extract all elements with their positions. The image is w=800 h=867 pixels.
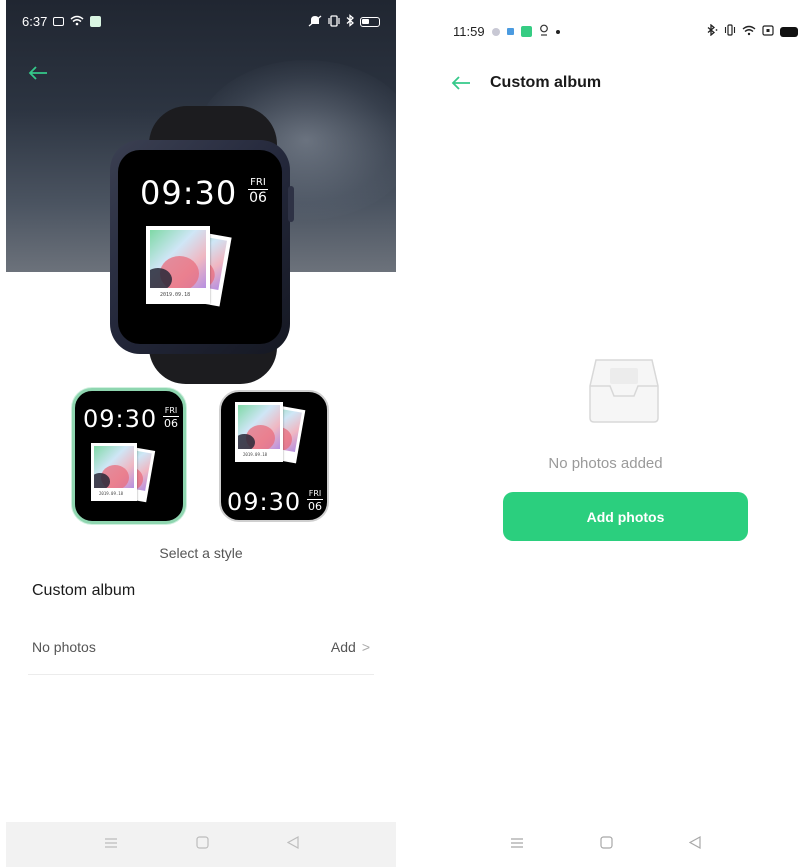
style-option-2[interactable]: 2019.09.18 09:30 FRI 06 [219,390,329,522]
home-square-icon[interactable] [195,835,209,854]
add-link[interactable]: Add > [331,639,370,655]
mute-icon [308,15,322,30]
style-1-date: FRI 06 [163,406,179,430]
watch-date: FRI 06 [248,177,268,206]
status-bar-left: 6:37 [22,14,102,29]
app-notification-icon [90,16,102,27]
custom-album-heading: Custom album [32,582,136,599]
menu-icon[interactable] [510,836,524,854]
add-photos-button[interactable]: Add photos [503,492,748,541]
style-2-date: FRI 06 [307,489,323,513]
back-triangle-icon[interactable] [286,835,299,854]
back-arrow-icon[interactable] [28,60,48,88]
chevron-right-icon: > [361,639,370,655]
style-1-photo: 2019.09.18 [91,443,137,501]
status-bar-right [707,23,798,39]
select-style-label: Select a style [159,545,243,561]
wifi-icon [742,25,756,39]
location-icon [539,24,549,39]
watch-preview-screen: 09:30 FRI 06 2019.09.18 [118,150,282,344]
bluetooth-icon [346,14,355,30]
battery-icon [780,26,798,37]
inbox-tray-icon [586,356,662,424]
green-app-icon [520,26,532,37]
status-bar-left: 11:59 [453,24,560,39]
bluetooth-icon [707,23,718,39]
vibrate-icon [327,14,341,30]
watch-face-screen: 6:37 09:30 FRI 06 2019.09.18 09:30 FRI 0… [6,0,396,867]
home-square-icon[interactable] [600,835,613,854]
battery-icon [360,17,380,27]
notification-icon [53,17,65,26]
style-1-time: 09:30 [83,405,158,433]
more-notifications-icon [555,29,560,34]
no-photos-label: No photos [32,639,96,655]
page-title: Custom album [490,74,602,91]
empty-state-text: No photos added [548,455,663,472]
status-bar-right [308,14,380,30]
vibrate-icon [724,24,736,39]
photo-front: 2019.09.18 [146,226,210,304]
status-time: 6:37 [22,14,48,29]
system-nav-bar [411,822,800,867]
app-notification-icon [506,28,514,35]
back-arrow-icon[interactable] [451,70,471,98]
menu-icon[interactable] [104,836,118,854]
custom-album-screen: 11:59 Custom album No photos added Add p… [411,0,800,867]
album-row[interactable]: No photos Add > [28,625,374,675]
wifi-icon [70,14,84,29]
watch-crown [288,186,294,222]
style-option-1[interactable]: 09:30 FRI 06 2019.09.18 [72,388,186,524]
back-triangle-icon[interactable] [688,835,701,854]
nfc-icon [762,24,774,39]
watch-time: 09:30 [140,174,238,212]
style-2-time: 09:30 [227,488,302,516]
heart-notification-icon [491,27,500,36]
system-nav-bar [6,822,396,867]
status-time: 11:59 [453,24,485,39]
style-2-photo: 2019.09.18 [235,402,283,462]
